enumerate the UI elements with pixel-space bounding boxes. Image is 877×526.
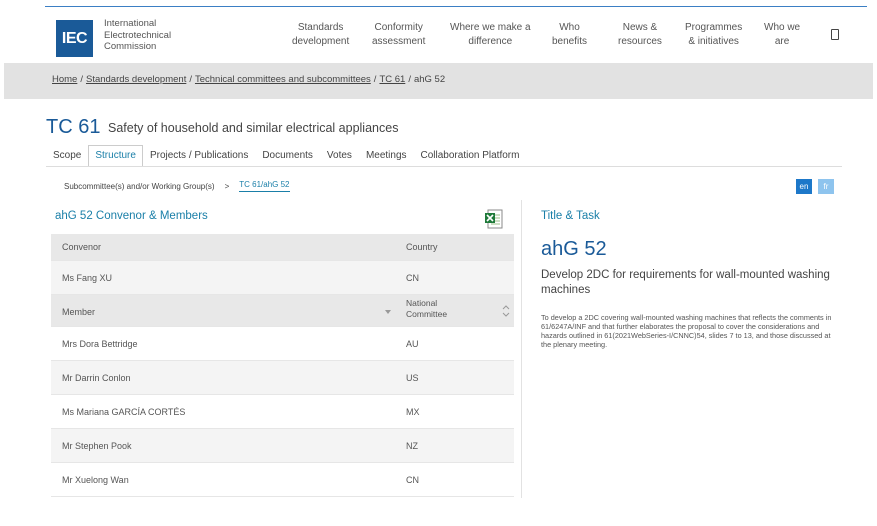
- breadcrumb-separator: /: [408, 74, 411, 85]
- member-name: Mr Stephen Pook: [62, 441, 132, 451]
- column-header-convenor: Convenor: [62, 242, 102, 252]
- member-name: Ms Mariana GARCÍA CORTÉS: [62, 407, 186, 417]
- member-name: Mr Darrin Conlon: [62, 373, 131, 383]
- panel-divider: [521, 200, 522, 498]
- table-row: Ms Fang XU CN: [51, 261, 514, 295]
- nav-line: Programmes: [685, 22, 743, 33]
- breadcrumb-standards-development[interactable]: Standards development: [86, 74, 186, 85]
- members-panel-title: ahG 52 Convenor & Members: [55, 210, 208, 222]
- member-name: Mr Xuelong Wan: [62, 475, 129, 485]
- nav-line: Who: [559, 22, 580, 33]
- nav-line: Standards: [297, 22, 344, 33]
- member-name: Mrs Dora Bettridge: [62, 339, 138, 349]
- language-fr-button[interactable]: fr: [818, 179, 834, 194]
- tab-meetings[interactable]: Meetings: [359, 145, 414, 167]
- committee-name: Safety of household and similar electric…: [108, 121, 399, 135]
- member-country: AU: [406, 339, 419, 349]
- subnav-parent[interactable]: Subcommittee(s) and/or Working Group(s): [64, 182, 215, 191]
- sort-icon[interactable]: [502, 304, 510, 318]
- org-name-line: Electrotechnical: [104, 29, 172, 41]
- tabs-underline: [46, 166, 842, 167]
- member-country: US: [406, 373, 419, 383]
- breadcrumb-separator: /: [189, 74, 192, 85]
- column-header-country: Country: [406, 242, 438, 252]
- breadcrumb-tc61[interactable]: TC 61: [379, 74, 405, 85]
- nav-line: development: [292, 36, 350, 47]
- language-en-button[interactable]: en: [796, 179, 812, 194]
- tab-collaboration-platform[interactable]: Collaboration Platform: [414, 145, 527, 167]
- nav-who-we-are[interactable]: Who we are: [764, 21, 800, 49]
- table-row: Mr Stephen Pook NZ: [51, 429, 514, 463]
- nav-standards-development[interactable]: Standards development: [292, 21, 349, 49]
- org-name-line: International: [104, 18, 157, 29]
- breadcrumb-current: ahG 52: [413, 74, 446, 85]
- convenor-header-row: Convenor Country: [51, 234, 514, 261]
- org-name-line: Commission: [104, 41, 157, 52]
- tab-projects-publications[interactable]: Projects / Publications: [143, 145, 255, 167]
- group-description: To develop a 2DC covering wall-mounted w…: [541, 313, 832, 349]
- nav-line: resources: [618, 36, 662, 47]
- sort-down-icon[interactable]: [385, 310, 391, 314]
- org-name[interactable]: International Electrotechnical Commissio…: [104, 18, 171, 53]
- convenor-name: Ms Fang XU: [62, 273, 113, 283]
- table-row: Ms Mariana GARCÍA CORTÉS MX: [51, 395, 514, 429]
- nav-line: & initiatives: [688, 36, 739, 47]
- tab-votes[interactable]: Votes: [320, 145, 359, 167]
- breadcrumb-technical-committees[interactable]: Technical committees and subcommittees: [195, 74, 371, 85]
- member-country: NZ: [406, 441, 418, 451]
- nav-conformity-assessment[interactable]: Conformity assessment: [372, 21, 425, 49]
- convenor-country: CN: [406, 273, 419, 283]
- nav-line: benefits: [552, 36, 588, 47]
- tab-documents[interactable]: Documents: [255, 145, 320, 167]
- nav-programmes-initiatives[interactable]: Programmes & initiatives: [685, 21, 742, 49]
- menu-icon[interactable]: [831, 29, 839, 40]
- nav-line: News &: [622, 22, 658, 33]
- nav-line: difference: [468, 36, 513, 47]
- tab-structure[interactable]: Structure: [88, 145, 143, 167]
- table-row: Mrs Dora Bettridge AU: [51, 327, 514, 361]
- table-row: Mr Darrin Conlon US: [51, 361, 514, 395]
- tab-scope[interactable]: Scope: [46, 145, 88, 167]
- breadcrumb-home[interactable]: Home: [52, 74, 77, 85]
- subnav-separator: >: [224, 181, 230, 191]
- table-row: Mr Xuelong Wan CN: [51, 463, 514, 497]
- column-header-national-committee[interactable]: National Committee: [406, 298, 466, 320]
- nav-line: are: [774, 36, 790, 47]
- group-subtitle: Develop 2DC for requirements for wall-mo…: [541, 269, 830, 296]
- nav-line: Where we make a: [450, 22, 531, 33]
- nav-who-benefits[interactable]: Who benefits: [552, 21, 587, 49]
- column-header-member[interactable]: Member: [62, 307, 95, 317]
- top-accent-line: [45, 6, 867, 7]
- breadcrumb: Home / Standards development / Technical com…: [52, 74, 445, 85]
- nav-line: Conformity: [374, 22, 423, 33]
- nav-line: Who we: [764, 22, 801, 33]
- member-country: CN: [406, 475, 419, 485]
- breadcrumb-separator: /: [373, 74, 377, 85]
- subnav-current[interactable]: TC 61/ahG 52: [239, 180, 290, 192]
- group-title: ahG 52: [541, 238, 607, 260]
- tab-bar: Scope Structure Projects / Publications …: [46, 145, 526, 167]
- iec-logo[interactable]: IEC: [56, 20, 93, 57]
- breadcrumb-separator: /: [80, 74, 83, 85]
- nav-where-we-make-a-difference[interactable]: Where we make a difference: [450, 21, 531, 49]
- member-header-row: Member National Committee: [51, 295, 514, 327]
- sub-navigation: Subcommittee(s) and/or Working Group(s) …: [64, 180, 290, 192]
- excel-icon[interactable]: [483, 208, 505, 230]
- member-country: MX: [406, 407, 420, 417]
- site-header: IEC International Electrotechnical Commi…: [0, 8, 877, 64]
- nav-line: assessment: [372, 36, 426, 47]
- title-task-label: Title & Task: [541, 210, 600, 222]
- committee-code: TC 61: [46, 116, 101, 138]
- nav-news-resources[interactable]: News & resources: [618, 21, 662, 49]
